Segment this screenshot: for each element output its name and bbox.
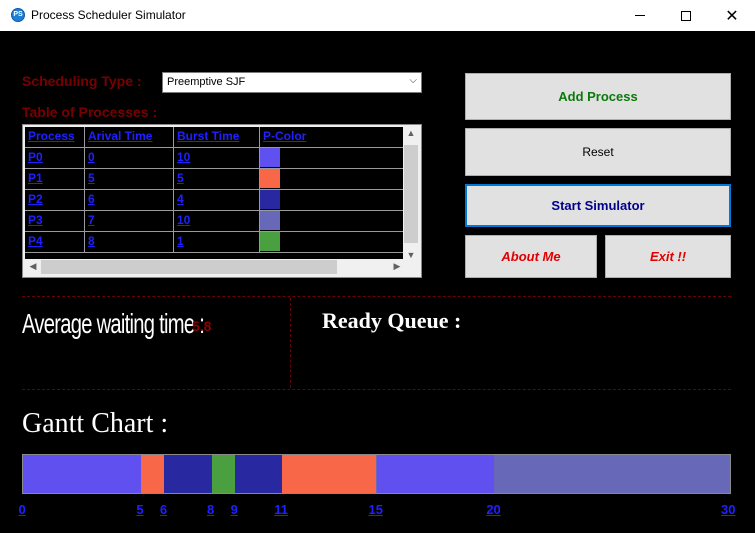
cell-process[interactable]: P3 xyxy=(25,211,85,232)
cell-color[interactable] xyxy=(260,169,405,190)
gantt-tick-label: 11 xyxy=(274,502,288,517)
reset-button[interactable]: Reset xyxy=(465,128,731,176)
header-arrival[interactable]: Arival Time xyxy=(85,127,174,148)
gantt-segment-p1 xyxy=(282,455,377,493)
cell-burst[interactable]: 1 xyxy=(174,232,260,253)
start-simulator-button[interactable]: Start Simulator xyxy=(465,184,731,227)
scroll-down-icon[interactable]: ▼ xyxy=(403,250,419,260)
gantt-segment-p3 xyxy=(494,455,730,493)
cell-color[interactable] xyxy=(260,211,405,232)
cell-burst[interactable]: 10 xyxy=(174,148,260,169)
gantt-tick-label: 20 xyxy=(486,502,501,517)
color-swatch xyxy=(260,169,280,188)
cell-process[interactable]: P2 xyxy=(25,190,85,211)
gantt-tick-label: 5 xyxy=(136,502,144,517)
divider-vertical xyxy=(290,298,291,388)
gantt-tick-label: 15 xyxy=(368,502,383,517)
cell-process[interactable]: P1 xyxy=(25,169,85,190)
gantt-tick-label: 8 xyxy=(207,502,215,517)
horizontal-scrollbar[interactable]: ◀ ▶ xyxy=(25,259,405,275)
chevron-down-icon[interactable]: ⌵ xyxy=(409,75,417,86)
app-icon: PS xyxy=(11,8,25,22)
cell-color[interactable] xyxy=(260,232,405,253)
table-header-row: Process Arival Time Burst Time P-Color xyxy=(25,127,405,148)
gantt-segment-p4 xyxy=(211,455,236,493)
header-process[interactable]: Process xyxy=(25,127,85,148)
average-waiting-time-label: Average waiting time : xyxy=(22,308,205,339)
divider-top xyxy=(22,296,731,297)
cell-color[interactable] xyxy=(260,190,405,211)
vertical-scroll-thumb[interactable] xyxy=(404,145,418,243)
maximize-icon xyxy=(681,10,691,21)
cell-process[interactable]: P4 xyxy=(25,232,85,253)
gantt-segment-p1 xyxy=(140,455,165,493)
vertical-scrollbar[interactable]: ▲ ▼ xyxy=(403,127,419,261)
cell-arrival[interactable]: 6 xyxy=(85,190,174,211)
ready-queue-label: Ready Queue : xyxy=(322,308,462,333)
table-row[interactable]: P4 8 1 xyxy=(25,232,405,253)
table-row[interactable]: P2 6 4 xyxy=(25,190,405,211)
header-burst[interactable]: Burst Time xyxy=(174,127,260,148)
scroll-up-icon[interactable]: ▲ xyxy=(403,128,419,138)
gantt-segment-p0 xyxy=(376,455,495,493)
header-color[interactable]: P-Color xyxy=(260,127,405,148)
gantt-chart xyxy=(22,454,731,494)
gantt-tick-label: 30 xyxy=(721,502,736,517)
process-table[interactable]: Process Arival Time Burst Time P-Color P… xyxy=(22,124,422,278)
scroll-right-icon[interactable]: ▶ xyxy=(389,261,405,272)
minimize-button[interactable] xyxy=(617,0,663,31)
horizontal-scroll-thumb[interactable] xyxy=(41,260,337,274)
process-grid: Process Arival Time Burst Time P-Color P… xyxy=(25,127,405,261)
table-row[interactable]: P1 5 5 xyxy=(25,169,405,190)
table-row[interactable]: P0 0 10 xyxy=(25,148,405,169)
about-me-button[interactable]: About Me xyxy=(465,235,597,278)
title-bar: PS Process Scheduler Simulator ✕ xyxy=(0,0,755,31)
cell-arrival[interactable]: 5 xyxy=(85,169,174,190)
gantt-tick-label: 0 xyxy=(18,502,26,517)
gantt-time-axis: 0 5 6 8 9 11 15 20 30 xyxy=(0,500,755,522)
add-process-button[interactable]: Add Process xyxy=(465,73,731,120)
gantt-segment-p0 xyxy=(23,455,141,493)
cell-color[interactable] xyxy=(260,148,405,169)
color-swatch xyxy=(260,211,280,230)
scheduling-type-select[interactable]: Preemptive SJF ⌵ xyxy=(162,72,422,93)
minimize-icon xyxy=(635,15,645,16)
cell-arrival[interactable]: 8 xyxy=(85,232,174,253)
close-button[interactable]: ✕ xyxy=(709,0,755,31)
cell-arrival[interactable]: 0 xyxy=(85,148,174,169)
cell-burst[interactable]: 10 xyxy=(174,211,260,232)
gantt-segment-p2 xyxy=(235,455,283,493)
exit-button[interactable]: Exit !! xyxy=(605,235,731,278)
table-row[interactable]: P3 7 10 xyxy=(25,211,405,232)
color-swatch xyxy=(260,148,280,167)
scheduling-type-value: Preemptive SJF xyxy=(167,76,246,88)
maximize-button[interactable] xyxy=(663,0,709,31)
gantt-chart-label: Gantt Chart : xyxy=(22,408,169,439)
scheduling-type-label: Scheduling Type : xyxy=(22,73,142,89)
close-icon: ✕ xyxy=(725,5,739,25)
gantt-tick-label: 9 xyxy=(230,502,238,517)
average-waiting-time-value: 5.8 xyxy=(192,318,212,334)
cell-arrival[interactable]: 7 xyxy=(85,211,174,232)
scroll-left-icon[interactable]: ◀ xyxy=(25,261,41,272)
divider-bottom xyxy=(22,389,731,390)
gantt-segment-p2 xyxy=(164,455,212,493)
gantt-tick-label: 6 xyxy=(159,502,168,517)
table-label: Table of Processes : xyxy=(22,104,158,120)
cell-burst[interactable]: 5 xyxy=(174,169,260,190)
color-swatch xyxy=(260,190,280,209)
window-title: Process Scheduler Simulator xyxy=(31,8,186,22)
color-swatch xyxy=(260,232,280,251)
cell-process[interactable]: P0 xyxy=(25,148,85,169)
cell-burst[interactable]: 4 xyxy=(174,190,260,211)
gantt-bar xyxy=(23,455,730,493)
